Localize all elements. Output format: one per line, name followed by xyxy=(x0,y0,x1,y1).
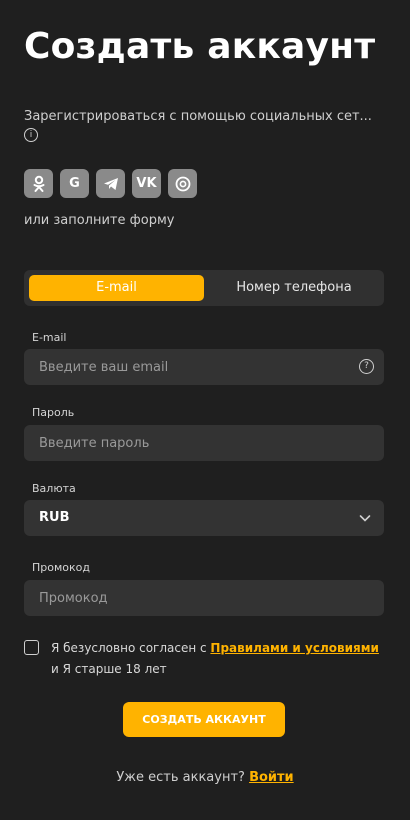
promo-field[interactable] xyxy=(24,580,384,616)
login-prompt-text: Уже есть аккаунт? xyxy=(116,770,245,785)
telegram-icon[interactable] xyxy=(96,169,125,198)
email-field-wrapper: ? xyxy=(24,349,384,385)
page-title: Создать аккаунт xyxy=(24,26,376,67)
vk-icon[interactable]: VK xyxy=(132,169,161,198)
agreement-prefix: Я безусловно согласен с xyxy=(51,641,211,655)
google-icon[interactable]: G xyxy=(60,169,89,198)
odnoklassniki-icon[interactable] xyxy=(24,169,53,198)
login-prompt: Уже есть аккаунт? Войти xyxy=(0,770,410,785)
chevron-down-icon xyxy=(359,515,371,522)
registration-method-tabs: E-mail Номер телефона xyxy=(24,270,384,306)
currency-value: RUB xyxy=(39,510,70,525)
promo-label: Промокод xyxy=(32,561,90,574)
currency-select[interactable]: RUB xyxy=(24,500,384,536)
agreement-text: Я безусловно согласен с Правилами и усло… xyxy=(51,638,381,680)
social-buttons: G VK xyxy=(24,169,197,198)
or-fill-form-text: или заполните форму xyxy=(24,213,175,228)
currency-label: Валюта xyxy=(32,482,76,495)
password-label: Пароль xyxy=(32,406,75,419)
tab-phone[interactable]: Номер телефона xyxy=(209,275,379,301)
social-signup-text: Зарегистрироваться с помощью социальных … xyxy=(24,109,372,124)
promo-field-wrapper xyxy=(24,580,384,616)
password-field[interactable] xyxy=(24,425,384,461)
login-link[interactable]: Войти xyxy=(249,770,294,785)
email-field[interactable] xyxy=(24,349,384,385)
info-icon[interactable]: i xyxy=(24,128,38,142)
help-icon[interactable]: ? xyxy=(359,359,374,374)
password-field-wrapper xyxy=(24,425,384,461)
agree-checkbox[interactable] xyxy=(24,640,39,655)
mail-at-icon[interactable] xyxy=(168,169,197,198)
terms-link[interactable]: Правилами и условиями xyxy=(210,641,379,655)
agreement-suffix: и Я старше 18 лет xyxy=(51,662,167,676)
create-account-button[interactable]: СОЗДАТЬ АККАУНТ xyxy=(123,702,285,737)
tab-email[interactable]: E-mail xyxy=(29,275,204,301)
email-label: E-mail xyxy=(32,331,67,344)
